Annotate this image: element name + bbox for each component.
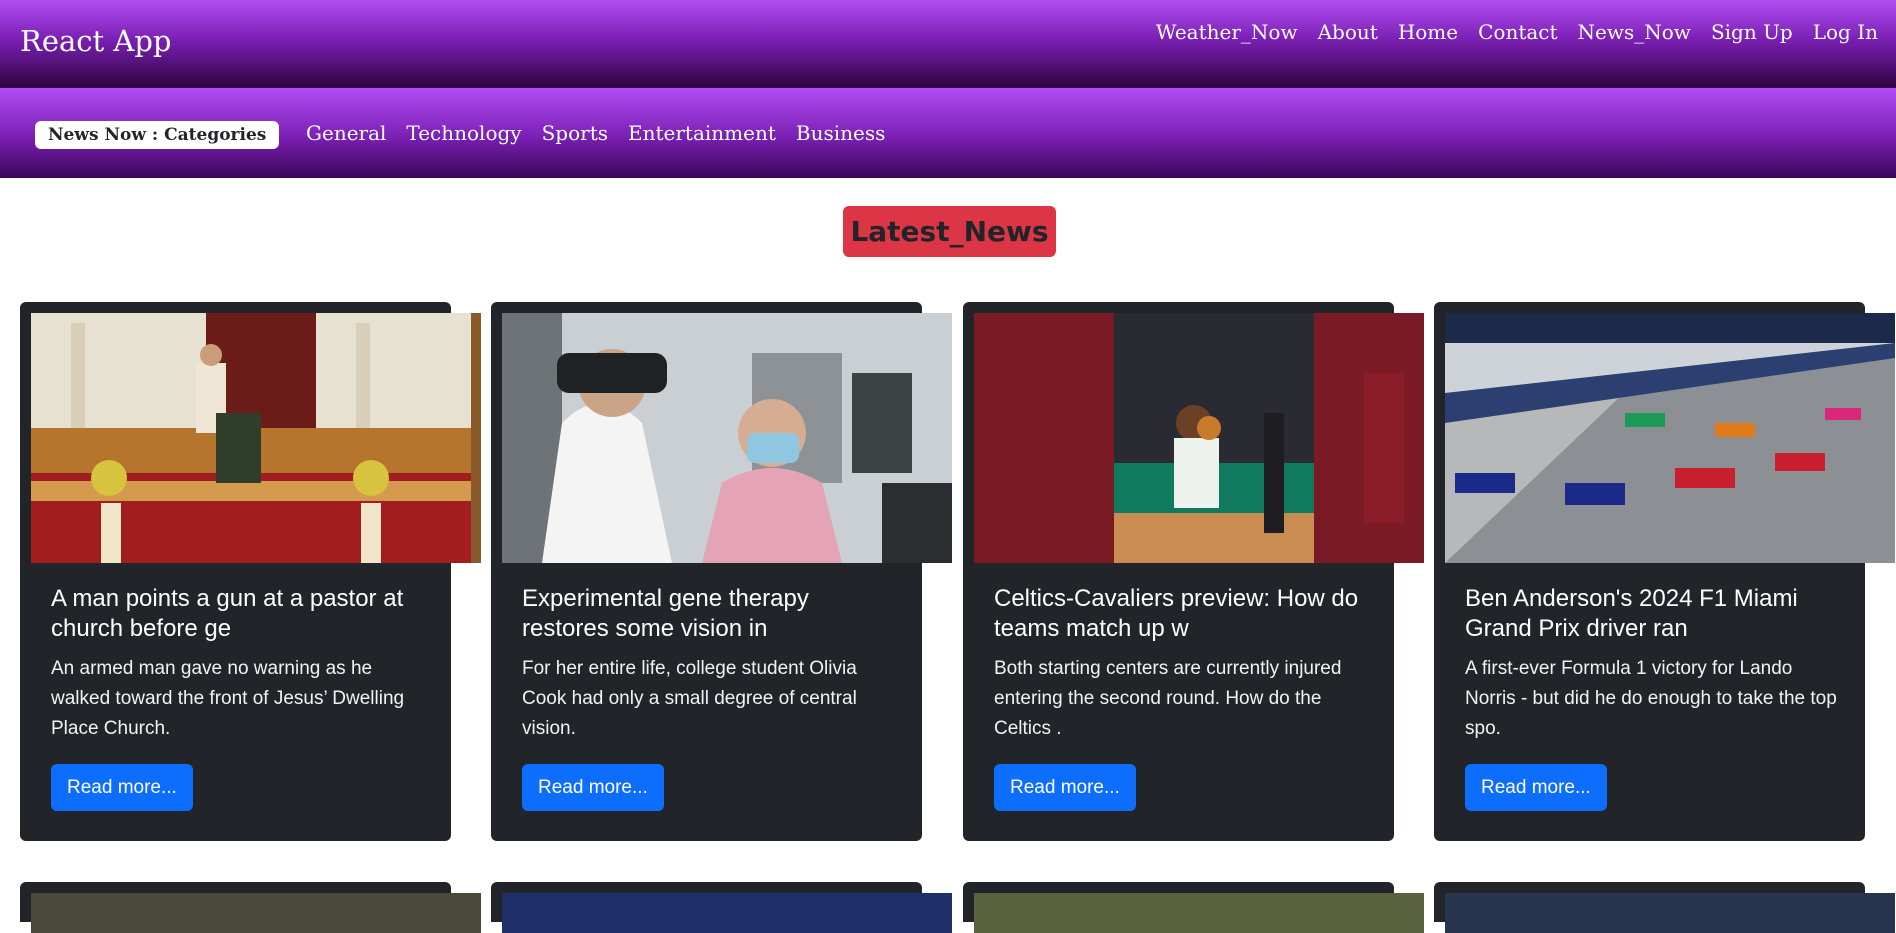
nav-link-home[interactable]: Home	[1398, 20, 1458, 44]
nav-link-log-in[interactable]: Log In	[1813, 20, 1878, 44]
category-technology[interactable]: Technology	[406, 121, 521, 145]
nav-link-weather-now[interactable]: Weather_Now	[1156, 20, 1298, 44]
news-card-title: Celtics-Cavaliers preview: How do teams …	[994, 585, 1359, 642]
news-card-description: An armed man gave no warning as he walke…	[51, 658, 405, 739]
news-card-partial	[20, 882, 481, 933]
news-image-partial	[1445, 893, 1895, 933]
read-more-button[interactable]: Read more...	[1465, 764, 1607, 811]
nav-link-sign-up[interactable]: Sign Up	[1711, 20, 1793, 44]
top-nav-links: Weather_Now About Home Contact News_Now …	[1156, 20, 1878, 44]
news-image-partial	[974, 893, 1424, 933]
nav-link-news-now[interactable]: News_Now	[1578, 20, 1691, 44]
news-image-celtics	[974, 313, 1424, 563]
nav-link-about[interactable]: About	[1318, 20, 1378, 44]
news-card-title: A man points a gun at a pastor at church…	[51, 585, 404, 642]
news-card-title: Experimental gene therapy restores some …	[522, 585, 809, 642]
news-card: Ben Anderson's 2024 F1 Miami Grand Prix …	[1434, 302, 1895, 841]
nav-link-contact[interactable]: Contact	[1478, 20, 1557, 44]
news-card-partial	[1434, 882, 1895, 933]
news-card: Experimental gene therapy restores some …	[491, 302, 952, 841]
read-more-button[interactable]: Read more...	[994, 764, 1136, 811]
read-more-button[interactable]: Read more...	[522, 764, 664, 811]
news-card-description: For her entire life, college student Oli…	[522, 658, 857, 739]
category-business[interactable]: Business	[796, 121, 885, 145]
news-card-description: A first-ever Formula 1 victory for Lando…	[1465, 658, 1837, 739]
categories-bar: News Now : Categories General Technology…	[0, 88, 1896, 178]
brand-link[interactable]: React App	[20, 24, 171, 58]
news-image-f1-miami	[1445, 313, 1895, 563]
category-general[interactable]: General	[306, 121, 386, 145]
top-navbar: React App Weather_Now About Home Contact…	[0, 0, 1896, 88]
category-sports[interactable]: Sports	[542, 121, 608, 145]
news-card: Celtics-Cavaliers preview: How do teams …	[963, 302, 1424, 841]
news-image-church	[31, 313, 481, 563]
category-entertainment[interactable]: Entertainment	[628, 121, 776, 145]
news-card-description: Both starting centers are currently inju…	[994, 658, 1342, 739]
news-image-partial	[502, 893, 952, 933]
latest-news-heading: Latest_News	[843, 206, 1056, 257]
categories-badge: News Now : Categories	[35, 121, 280, 149]
news-card: A man points a gun at a pastor at church…	[20, 302, 481, 841]
news-card-partial	[491, 882, 952, 933]
read-more-button[interactable]: Read more...	[51, 764, 193, 811]
news-card-title: Ben Anderson's 2024 F1 Miami Grand Prix …	[1465, 585, 1798, 642]
category-links: General Technology Sports Entertainment …	[306, 121, 885, 145]
news-image-gene-therapy	[502, 313, 952, 563]
news-image-partial	[31, 893, 481, 933]
news-card-partial	[963, 882, 1424, 933]
